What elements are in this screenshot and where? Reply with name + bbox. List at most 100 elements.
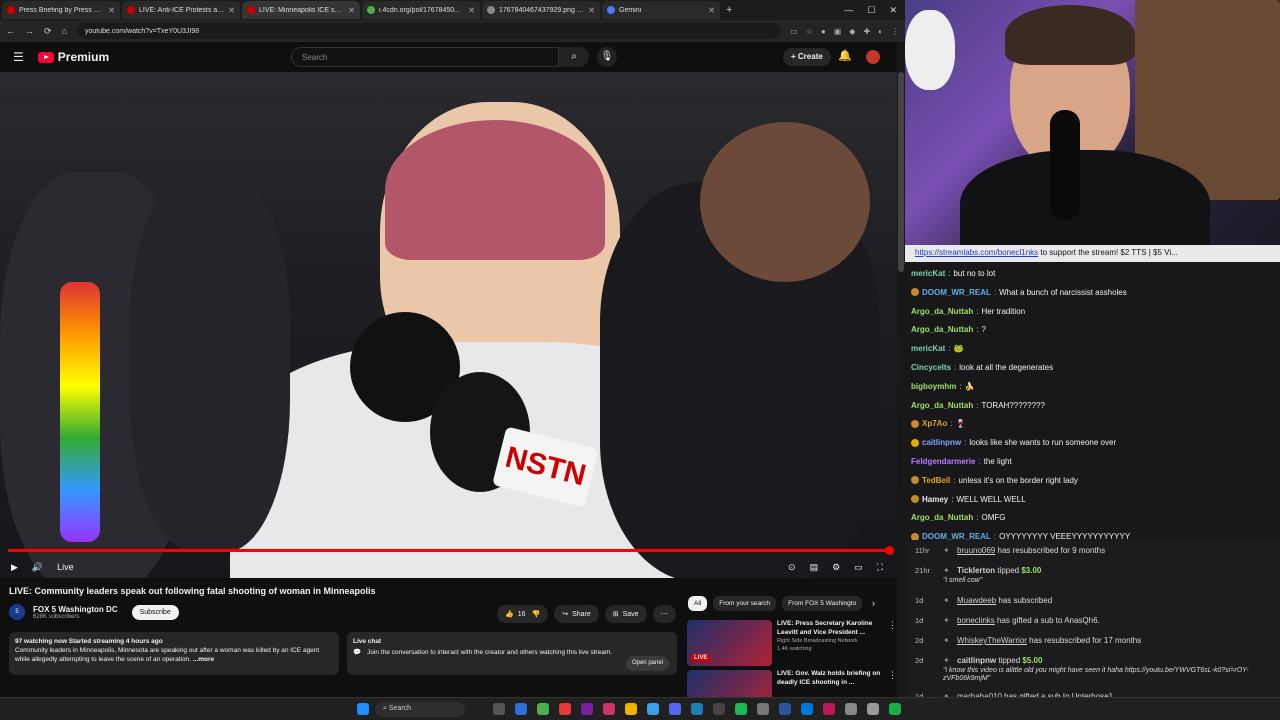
chat-username[interactable]: mericKat [911,269,945,278]
minimize-icon[interactable]: — [844,5,853,15]
menu-dots-icon[interactable]: ⋮ [891,27,899,36]
channel-name[interactable]: FOX 5 Washington DC [33,605,118,614]
file-explorer-icon[interactable] [625,703,637,715]
subscribe-button[interactable]: Subscribe [131,604,179,620]
search-button[interactable]: ⌕ [559,47,589,67]
hamburger-menu-icon[interactable]: ☰ [13,50,24,64]
page-scrollbar[interactable] [897,42,905,697]
extension-icon[interactable]: ● [821,27,826,36]
share-button[interactable]: ↪ Share [554,605,599,623]
filter-chip[interactable]: All [688,596,708,611]
donation-link[interactable]: https://streamlabs.com/bonecl1nks [915,248,1038,257]
app-icon[interactable] [801,703,813,715]
chat-username[interactable]: Argo_da_Nuttah [911,513,973,522]
captions-icon[interactable]: ▤ [810,562,819,573]
chat-username[interactable]: Hamey [922,495,948,504]
browser-tab[interactable]: 1767840467437929.png (1005... ✕ [482,1,600,19]
chat-username[interactable]: DOOM_WR_REAL [922,532,991,540]
home-icon[interactable]: ⌂ [62,26,67,36]
save-button[interactable]: ⊞ Save [604,605,647,623]
browser-tab[interactable]: i.4cdn.org/pol/17678450... ✕ [362,1,480,19]
edge-icon[interactable] [515,703,527,715]
volume-icon[interactable]: 🔊 [32,562,43,573]
browser-tab[interactable]: Press Briefing by Press Secretary ✕ [2,1,120,19]
related-video-channel[interactable]: Right Side Broadcasting Network [777,637,883,645]
tab-close-icon[interactable]: ✕ [588,6,595,15]
app-icon[interactable] [757,703,769,715]
chat-username[interactable]: Feldgendarmerie [911,457,975,466]
event-user[interactable]: Ticklerton [957,566,995,575]
chat-username[interactable]: DOOM_WR_REAL [922,288,991,297]
filter-chip[interactable]: From your search [713,596,777,611]
thumbs-down-icon[interactable]: 👎 [530,610,540,618]
live-indicator[interactable]: Live [57,562,74,572]
app-icon[interactable] [581,703,593,715]
cast-icon[interactable]: ▭ [790,27,798,36]
reload-icon[interactable]: ⟳ [44,26,52,37]
more-actions-button[interactable]: ⋯ [652,605,676,623]
event-user[interactable]: Muawdeeb [957,596,996,605]
more-dots-icon[interactable]: ⋮ [888,620,897,666]
app-icon[interactable] [691,703,703,715]
chat-username[interactable]: Argo_da_Nuttah [911,401,973,410]
settings-gear-icon[interactable]: ⚙ [832,562,840,573]
tab-close-icon[interactable]: ✕ [228,6,235,15]
profile-icon[interactable]: ◐ [878,27,883,36]
app-icon[interactable] [779,703,791,715]
browser-tab[interactable]: LIVE: Minneapolis ICE shoo... ✕ [242,1,360,19]
puzzle-icon[interactable]: ✚ [863,27,870,36]
chat-username[interactable]: bigboymhm [911,382,956,391]
chat-username[interactable]: mericKat [911,344,945,353]
tab-close-icon[interactable]: ✕ [708,6,715,15]
open-panel-button[interactable]: Open panel [625,656,669,671]
discord-icon[interactable] [669,703,681,715]
event-user[interactable]: WhiskeyTheWarrior [957,636,1027,645]
voice-search-button[interactable]: 🎙 [597,47,617,67]
close-window-icon[interactable]: ✕ [889,5,897,16]
search-input[interactable]: Search [291,47,559,67]
miniplayer-icon[interactable]: ▭ [854,562,863,573]
extension-icon[interactable]: ◆ [849,27,855,36]
url-field[interactable]: youtube.com/watch?v=TxeY0U3JI98 [76,23,781,39]
autoplay-toggle-icon[interactable]: ⊙ [788,562,796,573]
play-icon[interactable]: ▶ [11,562,18,573]
task-view-icon[interactable] [493,703,505,715]
scrollbar-thumb[interactable] [898,72,904,272]
related-video-title[interactable]: LIVE: Press Secretary Karoline Leavitt a… [777,620,883,637]
chat-username[interactable]: TedBell [922,476,950,485]
windows-start-icon[interactable] [357,703,369,715]
app-icon[interactable] [647,703,659,715]
related-video-title[interactable]: LIVE: Gov. Walz holds briefing on deadly… [777,670,883,687]
tab-close-icon[interactable]: ✕ [108,6,115,15]
maximize-icon[interactable]: ☐ [867,5,875,16]
app-icon[interactable] [823,703,835,715]
notifications-bell-icon[interactable]: 🔔 [838,49,852,62]
chat-username[interactable]: caitlinpnw [922,438,961,447]
create-button[interactable]: + Create [783,48,831,66]
browser-tab[interactable]: Gemini ✕ [602,1,720,19]
app-icon[interactable] [559,703,571,715]
app-icon[interactable] [845,703,857,715]
app-icon[interactable] [867,703,879,715]
chrome-icon[interactable] [537,703,549,715]
obs-icon[interactable] [713,703,725,715]
filter-chip[interactable]: From FOX 5 Washingto [782,596,863,611]
browser-tab[interactable]: LIVE: Anti-ICE Protests aro... ✕ [122,1,240,19]
app-icon[interactable] [889,703,901,715]
app-icon[interactable] [603,703,615,715]
extension-icon[interactable]: ▣ [834,27,842,36]
video-player[interactable]: NSTN ▶ 🔊 Live ⊙ ▤ ⚙ ▭ ⛶ [0,72,897,578]
event-user[interactable]: boneclinks [957,616,995,625]
bookmark-star-icon[interactable]: ☆ [806,27,813,36]
new-tab-button[interactable]: + [726,4,732,16]
tab-close-icon[interactable]: ✕ [468,6,475,15]
youtube-premium-logo[interactable]: Premium [37,50,109,64]
channel-avatar[interactable]: 5 [9,604,25,620]
progress-knob[interactable] [885,546,894,555]
account-avatar[interactable] [866,50,880,64]
chat-username[interactable]: Xp7Ao [922,419,947,428]
chat-username[interactable]: Argo_da_Nuttah [911,307,973,316]
chat-username[interactable]: Cincycelts [911,363,951,372]
video-thumbnail[interactable]: LIVE [687,620,772,666]
event-user[interactable]: caitlinpnw [957,656,996,665]
